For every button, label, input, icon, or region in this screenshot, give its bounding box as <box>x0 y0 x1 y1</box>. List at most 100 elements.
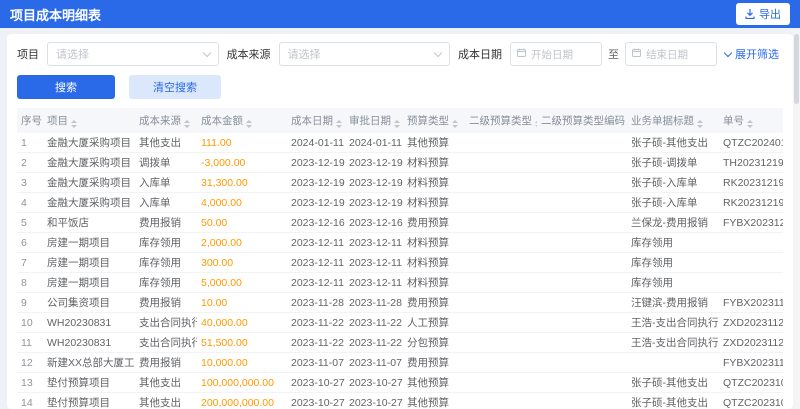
sort-icon[interactable] <box>394 120 400 128</box>
table-cell: 2023-12-19 <box>345 152 403 173</box>
table-cell: 10,000.00 <box>197 352 287 373</box>
table-cell: 2024-01-11 <box>287 133 345 153</box>
table-cell: QTZC20240111001 <box>719 133 783 153</box>
sort-icon[interactable] <box>747 120 753 128</box>
column-header-2[interactable]: 项目 <box>43 108 135 133</box>
table-cell: 13 <box>17 372 43 393</box>
vertical-scrollbar[interactable] <box>793 30 800 409</box>
table-cell: 材料预算 <box>403 252 465 273</box>
table-cell: 库存领用 <box>135 232 197 253</box>
table-cell: 3 <box>17 172 43 193</box>
table-cell: RK20231219003 <box>719 172 783 193</box>
table-cell: RK20231219002 <box>719 192 783 213</box>
column-header-label: 审批日期 <box>349 115 391 127</box>
table-cell <box>465 332 537 353</box>
table-cell: 调拨单 <box>135 152 197 173</box>
sort-icon[interactable] <box>535 120 537 128</box>
table-cell: 2023-12-19 <box>345 172 403 193</box>
table-cell: 王浩-支出合同执行 <box>627 312 719 333</box>
date-end-input[interactable]: 结束日期 <box>625 42 717 66</box>
table-cell: 张子硕-入库单 <box>627 172 719 193</box>
column-header-6[interactable]: 审批日期 <box>345 108 403 133</box>
table-row: 14 垫付预算项目 其他支出 200,000,000.00 2023-10-27 2023… <box>17 392 783 409</box>
table-cell: FYBX20231128001 <box>719 292 783 313</box>
table-cell <box>465 272 537 293</box>
table-cell: 库存领用 <box>135 252 197 273</box>
table-cell: 2023-12-11 <box>345 272 403 293</box>
table-cell <box>465 212 537 233</box>
sort-icon[interactable] <box>184 120 190 128</box>
calendar-icon <box>517 48 526 60</box>
table-cell: 10.00 <box>197 292 287 313</box>
content-card: 项目 请选择 成本来源 请选择 成本日期 开始日期 至 结束日期 展开筛选 搜索… <box>7 34 793 409</box>
scrollbar-thumb[interactable] <box>794 34 799 104</box>
table-cell: 垫付预算项目 <box>43 372 135 393</box>
sort-icon[interactable] <box>336 120 342 128</box>
table-cell: 2023-12-19 <box>287 192 345 213</box>
column-header-8[interactable]: 二级预算类型 <box>465 108 537 133</box>
table-cell: 5 <box>17 212 43 233</box>
table-cell: 2023-12-11 <box>287 272 345 293</box>
table-cell: 1 <box>17 133 43 153</box>
table-cell: 2023-11-07 <box>345 352 403 373</box>
project-select[interactable]: 请选择 <box>47 42 219 66</box>
column-header-11[interactable]: 单号 <box>719 108 783 133</box>
filter-row: 项目 请选择 成本来源 请选择 成本日期 开始日期 至 结束日期 展开筛选 <box>17 42 783 66</box>
table-cell: 兰保龙-费用报销 <box>627 212 719 233</box>
search-button[interactable]: 搜索 <box>17 75 115 99</box>
table-cell: 人工预算 <box>403 312 465 333</box>
table-cell: 2024-01-11 <box>345 133 403 153</box>
table-cell: 入库单 <box>135 172 197 193</box>
table-cell: 金融大厦采购项目 <box>43 133 135 153</box>
expand-filter-link[interactable]: 展开筛选 <box>723 46 783 62</box>
cost-source-select[interactable]: 请选择 <box>278 42 450 66</box>
table-cell: 金融大厦采购项目 <box>43 192 135 213</box>
sort-icon[interactable] <box>246 120 252 128</box>
table-cell: 2023-11-28 <box>287 292 345 313</box>
table-cell: WH20230831 <box>43 332 135 353</box>
chevron-down-icon <box>433 48 443 57</box>
chevron-down-icon <box>202 48 211 57</box>
table-cell: 其他支出 <box>135 133 197 153</box>
table-cell: 分包预算 <box>403 332 465 353</box>
table-cell <box>537 133 627 153</box>
table-cell: 7 <box>17 252 43 273</box>
sort-icon[interactable] <box>452 120 458 128</box>
table-cell <box>719 232 783 253</box>
table-row: 4 金融大厦采购项目 入库单 4,000.00 2023-12-19 2023-12-19… <box>17 192 783 213</box>
table-cell <box>537 352 627 373</box>
table-cell <box>537 252 627 273</box>
table-cell: 其他预算 <box>403 133 465 153</box>
table-cell: 垫付预算项目 <box>43 392 135 409</box>
sort-icon[interactable] <box>697 120 703 128</box>
column-header-10[interactable]: 业务单据标题 <box>627 108 719 133</box>
table-cell: -3,000.00 <box>197 152 287 173</box>
column-header-label: 单号 <box>723 115 744 127</box>
table-cell: 9 <box>17 292 43 313</box>
column-header-7[interactable]: 预算类型 <box>403 108 465 133</box>
table-cell: 31,300.00 <box>197 172 287 193</box>
table-cell <box>465 352 537 373</box>
table-cell: 2023-11-22 <box>345 332 403 353</box>
table-cell: 张子硕-其他支出 <box>627 392 719 409</box>
column-header-3[interactable]: 成本来源 <box>135 108 197 133</box>
table-cell: 100,000,000.00 <box>197 372 287 393</box>
column-header-4[interactable]: 成本金额 <box>197 108 287 133</box>
table-cell: FYBX20231216001 <box>719 212 783 233</box>
table-cell <box>537 372 627 393</box>
column-header-9[interactable]: 二级预算类型编码 <box>537 108 627 133</box>
table-cell: 材料预算 <box>403 192 465 213</box>
date-start-input[interactable]: 开始日期 <box>510 42 602 66</box>
table-cell: 10 <box>17 312 43 333</box>
sort-icon[interactable] <box>71 120 77 128</box>
table-cell: 2023-10-27 <box>345 392 403 409</box>
table-cell <box>719 272 783 293</box>
table-cell: 汪键滨-费用报销 <box>627 292 719 313</box>
table-cell: ZXD20231122002 <box>719 312 783 333</box>
column-header-label: 序号 <box>21 115 42 127</box>
export-button[interactable]: 导出 <box>736 3 790 25</box>
column-header-5[interactable]: 成本日期 <box>287 108 345 133</box>
table-cell: 2023-10-27 <box>345 372 403 393</box>
clear-search-button[interactable]: 清空搜索 <box>129 75 221 99</box>
table-row: 6 房建一期项目 库存领用 2,000.00 2023-12-11 2023-12-11 材… <box>17 232 783 253</box>
